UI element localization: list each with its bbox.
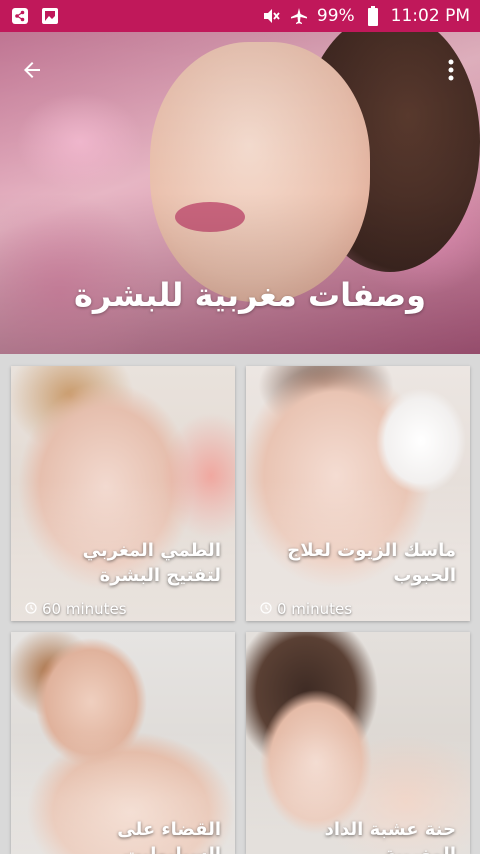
share-icon bbox=[10, 6, 30, 26]
status-bar: 99% 11:02 PM bbox=[0, 0, 480, 32]
recipe-time: 0 minutes bbox=[260, 600, 352, 618]
recipe-title: حنة عشبة الداد المغربية bbox=[324, 819, 456, 854]
airplane-icon bbox=[289, 6, 309, 26]
gallery-icon bbox=[40, 6, 60, 26]
recipe-time-label: 60 minutes bbox=[42, 600, 127, 618]
recipe-card[interactable]: الطمي المغربي لتفتيح البشرة 60 minutes bbox=[11, 366, 235, 621]
overflow-menu-button[interactable] bbox=[436, 54, 466, 90]
back-button[interactable] bbox=[14, 54, 50, 90]
mute-icon bbox=[261, 6, 281, 26]
page-title: وصفات مغربية للبشرة bbox=[73, 276, 426, 314]
recipe-card[interactable]: القضاء على السيليوليت bbox=[11, 632, 235, 854]
recipe-card[interactable]: ماسك الزيوت لعلاج الحبوب 0 minutes bbox=[246, 366, 470, 621]
back-arrow-icon bbox=[20, 58, 44, 86]
recipe-time: 60 minutes bbox=[25, 600, 127, 618]
clock-icon bbox=[260, 600, 272, 618]
battery-icon bbox=[363, 6, 383, 26]
recipe-time-label: 0 minutes bbox=[277, 600, 353, 618]
recipe-title: الطمي المغربي لتفتيح البشرة bbox=[82, 540, 221, 586]
clock: 11:02 PM bbox=[390, 6, 470, 26]
clock-icon bbox=[25, 600, 37, 618]
more-vert-icon bbox=[447, 58, 455, 86]
recipe-title: القضاء على السيليوليت bbox=[117, 819, 221, 854]
recipe-grid: ماسك الزيوت لعلاج الحبوب 0 minutes الطمي… bbox=[0, 354, 480, 854]
battery-percent: 99% bbox=[316, 6, 355, 26]
recipe-card[interactable]: حنة عشبة الداد المغربية bbox=[246, 632, 470, 854]
header-image: وصفات مغربية للبشرة bbox=[0, 32, 480, 354]
recipe-title: ماسك الزيوت لعلاج الحبوب bbox=[287, 540, 456, 586]
